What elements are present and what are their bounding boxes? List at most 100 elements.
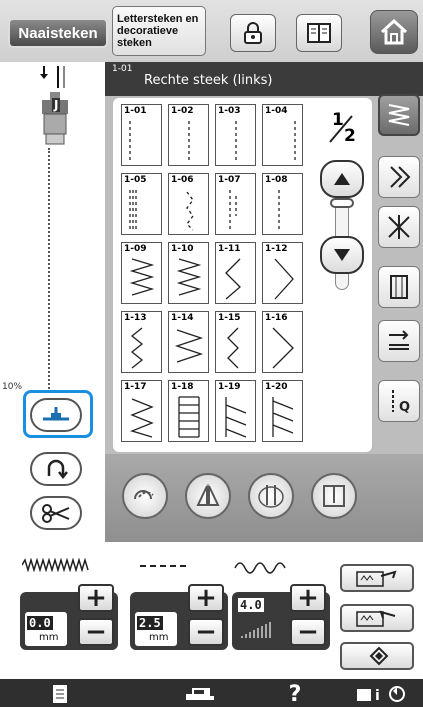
stitch-cell[interactable]: 1-16 [262, 311, 303, 373]
stitch-pattern-icon [178, 396, 200, 438]
stitch-code-label: 1-17 [124, 382, 147, 392]
twin-needle-icon [258, 485, 284, 508]
stitch-cell[interactable]: 1-10 [168, 242, 209, 304]
category-buttonhole[interactable] [378, 266, 420, 308]
machine-status-button[interactable] [170, 682, 230, 706]
thread-tension-plus-button[interactable]: + [290, 583, 326, 613]
stitch-code-label: 1-12 [265, 244, 288, 254]
home-button[interactable] [370, 10, 418, 54]
document-button[interactable] [30, 682, 90, 706]
stitch-width-value: 0.0 [27, 616, 53, 630]
page-total: 2 [344, 126, 356, 146]
stitch-cell[interactable]: 1-08 [262, 173, 303, 235]
tab-character-decorative-stitches[interactable]: Lettersteken en decoratieve steken [112, 6, 206, 56]
page-indicator: 1 2 [322, 110, 362, 150]
help-button[interactable]: ? [265, 682, 325, 707]
thread-tension-display: 4.0 [236, 596, 278, 646]
thread-cutter-button[interactable] [30, 496, 82, 530]
category-quilting[interactable]: Q [378, 380, 420, 422]
stitch-pattern-icon [130, 398, 154, 438]
stitch-code-label: 1-03 [218, 106, 241, 116]
stitch-width-display: 0.0 mm [25, 612, 67, 646]
stitch-cell[interactable]: 1-03 [215, 104, 256, 166]
scroll-down-button[interactable] [320, 236, 364, 274]
needle-position-button[interactable] [311, 473, 357, 519]
stitch-cell[interactable]: 1-13 [121, 311, 162, 373]
tension-bars-icon [241, 622, 271, 638]
home-icon [380, 18, 408, 45]
presser-foot-lift-icon [43, 407, 69, 421]
triangle-up-icon [334, 173, 350, 185]
eraser-icon [369, 646, 389, 666]
stitch-cell[interactable]: 1-19 [215, 380, 256, 442]
stitch-length-display: 2.5 mm [135, 612, 177, 646]
stitch-pattern-icon [278, 190, 280, 230]
stitch-cell[interactable]: 1-06 [168, 173, 209, 235]
needle-icon [323, 485, 345, 507]
stitch-cell[interactable]: 1-18 [168, 380, 209, 442]
settings-eraser-button[interactable] [340, 642, 414, 670]
stitch-code-label: 1-02 [171, 106, 194, 116]
stitch-cell[interactable]: 1-02 [168, 104, 209, 166]
save-memory-icon [356, 570, 397, 587]
stitch-code-label: 1-05 [124, 175, 147, 185]
stitch-cell[interactable]: 1-12 [262, 242, 303, 304]
stitch-cell[interactable]: 1-07 [215, 173, 256, 235]
stitch-pattern-icon [129, 190, 137, 230]
settings-info-button[interactable]: i [345, 682, 421, 706]
stitch-pattern-icon [272, 327, 294, 369]
stitch-cell[interactable]: 1-15 [215, 311, 256, 373]
stitch-pattern-icon [227, 327, 239, 369]
stitch-code-label: 1-20 [265, 382, 288, 392]
thread-tension-minus-button[interactable]: − [290, 617, 326, 647]
manual-button[interactable] [296, 14, 342, 52]
stitch-code-label: 1-01 [124, 106, 147, 116]
stitch-cell[interactable]: 1-01 [121, 104, 162, 166]
category-utility[interactable] [378, 94, 420, 136]
overlock-icon [390, 166, 411, 188]
stitch-cell[interactable]: 1-14 [168, 311, 209, 373]
stitch-cell[interactable]: 1-05 [121, 173, 162, 235]
category-decorative[interactable] [378, 206, 420, 248]
stitch-pattern-icon [272, 397, 294, 437]
stitch-width-plus-button[interactable]: + [78, 583, 114, 613]
category-overlock[interactable] [378, 156, 420, 198]
scrollbar-thumb[interactable] [330, 198, 354, 208]
stitch-length-unit: mm [149, 632, 169, 643]
stitch-width-minus-button[interactable]: − [78, 617, 114, 647]
memory-save-button[interactable] [340, 564, 414, 592]
scroll-up-button[interactable] [320, 160, 364, 198]
stitch-code-label: 1-11 [218, 244, 241, 254]
stitch-code-label: 1-06 [171, 175, 194, 185]
stitch-cell[interactable]: 1-04 [262, 104, 303, 166]
presser-foot-lift-button[interactable] [30, 398, 82, 432]
category-side-motion[interactable] [378, 320, 420, 362]
utility-stitches-icon [388, 104, 410, 126]
stitch-cell[interactable]: 1-20 [262, 380, 303, 442]
auto-reinforce-button[interactable] [122, 473, 168, 519]
twin-needle-button[interactable] [248, 473, 294, 519]
svg-text:Q: Q [399, 400, 410, 415]
stitch-length-icon [140, 565, 190, 567]
tab-utility-stitches[interactable]: Naaisteken [8, 18, 108, 48]
stitch-length-plus-button[interactable]: + [188, 583, 224, 613]
stitch-pattern-icon [129, 121, 131, 161]
stitch-width-icon [22, 558, 89, 572]
stitch-code-label: 1-08 [265, 175, 288, 185]
mirror-image-button[interactable] [185, 473, 231, 519]
cross-stitch-icon [388, 215, 410, 239]
stitch-cell[interactable]: 1-09 [121, 242, 162, 304]
document-icon [53, 685, 67, 703]
stitch-length-minus-button[interactable]: − [188, 617, 224, 647]
memory-recall-button[interactable] [340, 604, 414, 632]
side-motion-icon [389, 330, 409, 350]
svg-text:i: i [375, 688, 380, 704]
stitch-width-unit: mm [39, 632, 59, 643]
stitch-pattern-icon [188, 121, 190, 161]
stitch-pattern-icon [229, 190, 237, 230]
reverse-stitch-button[interactable] [30, 452, 82, 486]
stitch-cell[interactable]: 1-17 [121, 380, 162, 442]
lock-button[interactable] [230, 14, 276, 52]
stitch-cell[interactable]: 1-11 [215, 242, 256, 304]
stitch-code-label: 1-09 [124, 244, 147, 254]
